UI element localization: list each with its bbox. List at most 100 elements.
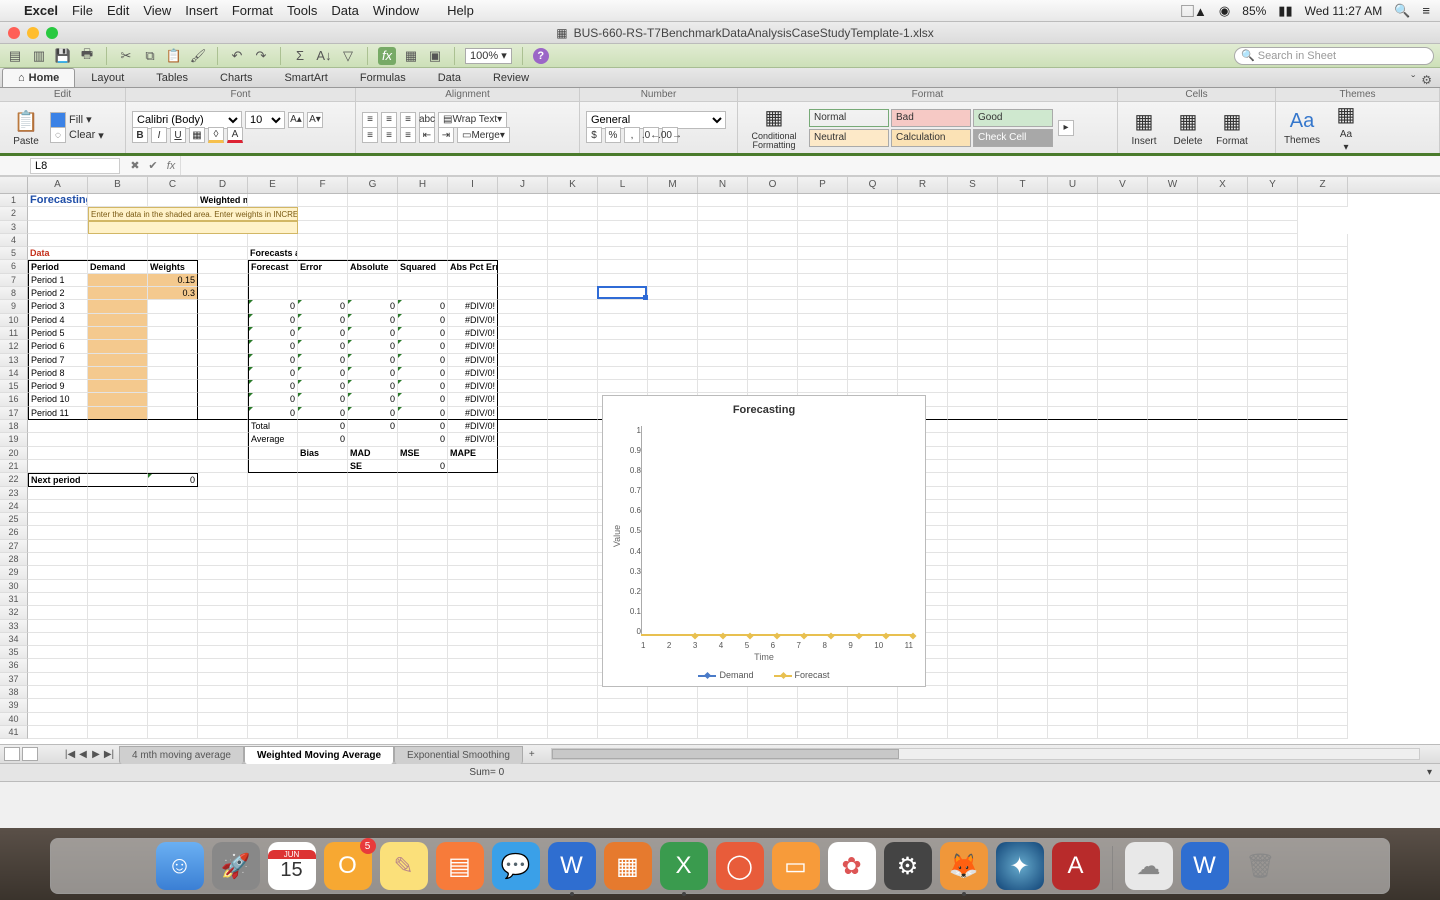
- cell-H33[interactable]: [398, 620, 448, 633]
- cell-V31[interactable]: [1098, 593, 1148, 606]
- conditional-formatting-button[interactable]: ▦Conditional Formatting: [744, 105, 804, 150]
- redo-icon[interactable]: ↷: [252, 47, 270, 65]
- fill-color-button[interactable]: ◊: [208, 127, 224, 143]
- cell-M5[interactable]: [648, 247, 698, 260]
- row-header-33[interactable]: 33: [0, 620, 28, 633]
- cell-X7[interactable]: [1198, 274, 1248, 287]
- cell-G27[interactable]: [348, 540, 398, 553]
- cell-H9[interactable]: 0: [398, 300, 448, 313]
- cell-G41[interactable]: [348, 726, 398, 739]
- cell-H29[interactable]: [398, 566, 448, 579]
- cell-U35[interactable]: [1048, 646, 1098, 659]
- cell-E15[interactable]: 0: [248, 380, 298, 393]
- cell-X8[interactable]: [1198, 287, 1248, 300]
- cell-C13[interactable]: [148, 354, 198, 367]
- cell-W15[interactable]: [1148, 380, 1198, 393]
- cell-O6[interactable]: [748, 260, 798, 273]
- cell-I32[interactable]: [448, 606, 498, 619]
- cell-O41[interactable]: [748, 726, 798, 739]
- cell-G20[interactable]: MAD: [348, 447, 398, 460]
- cell-G18[interactable]: 0: [348, 420, 398, 433]
- cell-K36[interactable]: [548, 659, 598, 672]
- dock-acrobat-icon[interactable]: A: [1052, 842, 1100, 890]
- cell-O15[interactable]: [748, 380, 798, 393]
- cell-B9[interactable]: [88, 300, 148, 313]
- cell-I3[interactable]: [398, 221, 448, 234]
- cell-L15[interactable]: [598, 380, 648, 393]
- cell-J20[interactable]: [498, 447, 548, 460]
- cell-I19[interactable]: #DIV/0!: [448, 433, 498, 446]
- cell-E37[interactable]: [248, 673, 298, 686]
- cell-P39[interactable]: [798, 699, 848, 712]
- cell-F15[interactable]: 0: [298, 380, 348, 393]
- cell-L5[interactable]: [598, 247, 648, 260]
- cell-S1[interactable]: [948, 194, 998, 207]
- new-icon[interactable]: ▤: [6, 47, 24, 65]
- cell-U4[interactable]: [1048, 234, 1098, 247]
- cell-U22[interactable]: [1048, 473, 1098, 486]
- clear-icon[interactable]: ◌: [50, 127, 66, 143]
- cell-X10[interactable]: [1198, 314, 1248, 327]
- cell-Z4[interactable]: [1298, 234, 1348, 247]
- font-shrink-icon[interactable]: A▾: [307, 112, 323, 128]
- cell-F19[interactable]: 0: [298, 433, 348, 446]
- row-header-17[interactable]: 17: [0, 407, 28, 420]
- cell-Z26[interactable]: [1298, 526, 1348, 539]
- cell-K21[interactable]: [548, 460, 598, 473]
- cell-S39[interactable]: [948, 699, 998, 712]
- cell-N5[interactable]: [698, 247, 748, 260]
- cell-U9[interactable]: [1048, 300, 1098, 313]
- cell-C31[interactable]: [148, 593, 198, 606]
- cell-C33[interactable]: [148, 620, 198, 633]
- fill-icon[interactable]: [50, 112, 66, 128]
- cell-C20[interactable]: [148, 447, 198, 460]
- cell-Q39[interactable]: [848, 699, 898, 712]
- cell-R11[interactable]: [898, 327, 948, 340]
- cell-G24[interactable]: [348, 500, 398, 513]
- cell-E4[interactable]: [248, 234, 298, 247]
- cell-D14[interactable]: [198, 367, 248, 380]
- cell-F34[interactable]: [298, 633, 348, 646]
- cell-V13[interactable]: [1098, 354, 1148, 367]
- tab-tables[interactable]: Tables: [140, 68, 204, 87]
- cell-Y35[interactable]: [1248, 646, 1298, 659]
- dock-safari-icon[interactable]: ✦: [996, 842, 1044, 890]
- cell-F20[interactable]: Bias: [298, 447, 348, 460]
- cell-A40[interactable]: [28, 713, 88, 726]
- cell-E18[interactable]: Total: [248, 420, 298, 433]
- cell-D18[interactable]: [198, 420, 248, 433]
- cell-A10[interactable]: Period 4: [28, 314, 88, 327]
- window-close-button[interactable]: [8, 27, 20, 39]
- cell-S16[interactable]: [948, 393, 998, 406]
- cell-M14[interactable]: [648, 367, 698, 380]
- help-icon[interactable]: ?: [533, 48, 549, 64]
- cell-Y12[interactable]: [1248, 340, 1298, 353]
- ribbon-collapse-icon[interactable]: ˇ: [1411, 73, 1415, 87]
- cell-T12[interactable]: [998, 340, 1048, 353]
- cell-A34[interactable]: [28, 633, 88, 646]
- cell-R38[interactable]: [898, 686, 948, 699]
- cell-H15[interactable]: 0: [398, 380, 448, 393]
- notifications-icon[interactable]: ≡: [1422, 3, 1430, 18]
- cell-X34[interactable]: [1198, 633, 1248, 646]
- cell-U21[interactable]: [1048, 460, 1098, 473]
- cell-K8[interactable]: [548, 287, 598, 300]
- row-header-8[interactable]: 8: [0, 287, 28, 300]
- cell-I31[interactable]: [448, 593, 498, 606]
- cell-G14[interactable]: 0: [348, 367, 398, 380]
- cell-H19[interactable]: 0: [398, 433, 448, 446]
- cell-W23[interactable]: [1148, 487, 1198, 500]
- cell-Z18[interactable]: [1298, 420, 1348, 433]
- cell-B26[interactable]: [88, 526, 148, 539]
- cell-D7[interactable]: [198, 274, 248, 287]
- cell-E41[interactable]: [248, 726, 298, 739]
- cell-K32[interactable]: [548, 606, 598, 619]
- cell-V16[interactable]: [1098, 393, 1148, 406]
- cell-W40[interactable]: [1148, 713, 1198, 726]
- theme-colors-button[interactable]: ▦Aa▾: [1326, 102, 1366, 153]
- cell-Y15[interactable]: [1248, 380, 1298, 393]
- cell-N9[interactable]: [698, 300, 748, 313]
- cell-W41[interactable]: [1148, 726, 1198, 739]
- cell-T39[interactable]: [998, 699, 1048, 712]
- cell-F26[interactable]: [298, 526, 348, 539]
